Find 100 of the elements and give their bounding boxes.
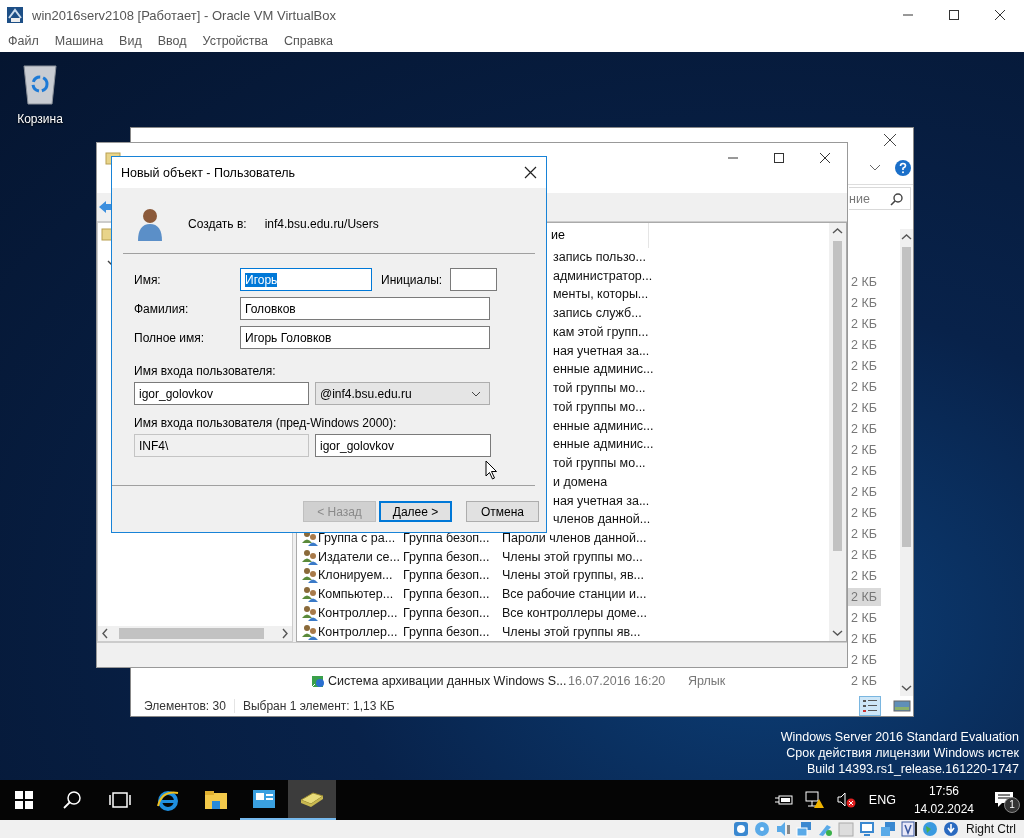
menu-item[interactable]: Ввод xyxy=(157,34,187,48)
display-icon[interactable] xyxy=(859,821,875,837)
file-size[interactable]: 2 КБ xyxy=(847,650,881,669)
language-indicator[interactable]: ENG xyxy=(868,793,896,807)
scroll-left-icon[interactable] xyxy=(101,628,109,639)
evaluation-notice: Windows Server 2016 Standard Evaluation xyxy=(780,729,1019,745)
close-icon[interactable] xyxy=(524,166,537,179)
close-icon[interactable] xyxy=(819,152,831,164)
clock[interactable]: 17:56 14.02.2024 xyxy=(903,782,984,818)
menu-item[interactable]: Вид xyxy=(119,34,142,48)
clock-time: 17:56 xyxy=(928,783,959,800)
pre2000-logon-field[interactable]: igor_golovkov xyxy=(315,434,491,457)
description-cell: ная учетная за... xyxy=(553,493,650,508)
file-size[interactable]: 2 КБ xyxy=(847,398,881,417)
object-name[interactable]: Группа с ра... xyxy=(318,531,396,545)
object-name[interactable]: Контроллер... xyxy=(318,624,398,639)
file-name[interactable]: Система архивации данных Windows S... xyxy=(328,673,567,688)
file-size[interactable]: 2 КБ xyxy=(847,293,881,312)
help-icon[interactable] xyxy=(895,159,911,176)
audio-icon[interactable] xyxy=(775,821,791,837)
admin-tools-taskbar-button[interactable] xyxy=(288,780,336,820)
scroll-down-icon[interactable] xyxy=(901,684,912,692)
description-cell: ная учетная за... xyxy=(553,343,650,358)
scrollbar[interactable] xyxy=(829,223,846,641)
scroll-right-icon[interactable] xyxy=(281,628,289,639)
file-size[interactable]: 2 КБ xyxy=(847,671,881,690)
recycle-bin-icon[interactable] xyxy=(21,62,59,106)
menu-item[interactable]: Файл xyxy=(8,34,39,48)
file-size[interactable]: 2 КБ xyxy=(847,482,881,501)
search-icon xyxy=(62,790,82,810)
search-field[interactable]: ние xyxy=(849,187,911,210)
object-type: Группа безоп... xyxy=(403,624,490,639)
file-size[interactable]: 2 КБ xyxy=(847,314,881,333)
object-type: Группа безоп... xyxy=(403,531,490,545)
folder-icon xyxy=(204,790,228,810)
power-icon[interactable] xyxy=(774,793,793,807)
file-size[interactable]: 2 КБ xyxy=(847,461,881,480)
last-name-field[interactable]: Головков xyxy=(240,297,490,320)
description-cell: и домена xyxy=(553,474,608,489)
chevron-down-icon[interactable] xyxy=(869,163,881,172)
desktop-icon-label[interactable]: Корзина xyxy=(17,112,63,126)
cpu-icon[interactable] xyxy=(901,821,917,837)
details-view-icon[interactable] xyxy=(859,696,881,716)
domain-dropdown[interactable]: @inf4.bsu.edu.ru xyxy=(315,382,490,405)
tools-app-icon xyxy=(299,790,325,808)
object-type: Группа безоп... xyxy=(403,568,490,583)
close-icon[interactable] xyxy=(994,9,1006,21)
full-name-field[interactable]: Игорь Головков xyxy=(240,326,490,349)
network-warning-icon[interactable] xyxy=(804,791,825,809)
download-icon[interactable] xyxy=(943,821,959,837)
object-name[interactable]: Издатели се... xyxy=(318,549,400,564)
menu-item[interactable]: Машина xyxy=(54,34,104,48)
file-size[interactable]: 2 КБ xyxy=(847,440,881,459)
scroll-up-icon[interactable] xyxy=(901,233,912,241)
volume-muted-icon[interactable] xyxy=(836,792,857,808)
network-icon[interactable] xyxy=(796,821,812,837)
globe-icon[interactable] xyxy=(922,821,938,837)
description-cell: Все контроллеры доме... xyxy=(502,605,647,620)
file-size[interactable]: 2 КБ xyxy=(847,377,881,396)
scrollbar[interactable] xyxy=(900,229,913,696)
object-name[interactable]: Контроллер... xyxy=(318,605,398,620)
file-size[interactable]: 2 КБ xyxy=(847,419,881,438)
group-icon xyxy=(302,586,318,603)
browser-icon xyxy=(156,788,180,812)
logon-name-field[interactable]: igor_golovkov xyxy=(134,382,309,405)
object-name[interactable]: Клонируем... xyxy=(318,568,393,583)
file-size[interactable]: 2 КБ xyxy=(847,524,881,543)
close-icon[interactable] xyxy=(883,132,897,147)
menu-item[interactable]: Устройства xyxy=(202,34,268,48)
dialog-button[interactable]: Отмена xyxy=(466,501,539,522)
file-size[interactable]: 2 КБ xyxy=(847,566,881,585)
file-size[interactable]: 2 КБ xyxy=(847,335,881,354)
file-size[interactable]: 2 КБ xyxy=(847,356,881,375)
scroll-down-icon[interactable] xyxy=(832,629,843,637)
host-key-label: Right Ctrl xyxy=(966,822,1016,836)
dialog-button[interactable]: Далее > xyxy=(379,501,452,522)
large-icons-view-icon[interactable] xyxy=(893,699,911,713)
maximize-icon[interactable] xyxy=(948,9,960,21)
field-label: Полное имя: xyxy=(134,330,206,345)
dialog-title: Новый объект - Пользователь xyxy=(121,165,296,180)
file-size[interactable]: 2 КБ xyxy=(847,272,881,291)
initials-field[interactable] xyxy=(450,268,498,291)
scroll-up-icon[interactable] xyxy=(832,227,843,235)
file-size[interactable]: 2 КБ xyxy=(847,503,881,522)
field-label: Инициалы: xyxy=(381,272,443,287)
video-capture-icon[interactable] xyxy=(880,821,896,837)
object-name[interactable]: Компьютер... xyxy=(318,587,394,602)
column-header[interactable]: ие xyxy=(551,228,565,242)
file-size[interactable]: 2 КБ xyxy=(847,545,881,564)
description-cell: той группы мо... xyxy=(553,399,646,414)
first-name-field[interactable]: Игорь xyxy=(240,268,372,291)
description-cell: Члены этой группы, яв... xyxy=(502,568,644,583)
description-cell: запись служб... xyxy=(553,306,642,321)
file-size[interactable]: 2 КБ xyxy=(847,608,881,627)
directory-app-icon xyxy=(252,789,276,809)
maximize-icon[interactable] xyxy=(773,152,785,164)
file-size[interactable]: 2 КБ xyxy=(847,629,881,648)
menu-item[interactable]: Справка xyxy=(283,34,333,48)
scrollbar[interactable] xyxy=(98,626,292,641)
clock-date: 14.02.2024 xyxy=(913,801,974,818)
